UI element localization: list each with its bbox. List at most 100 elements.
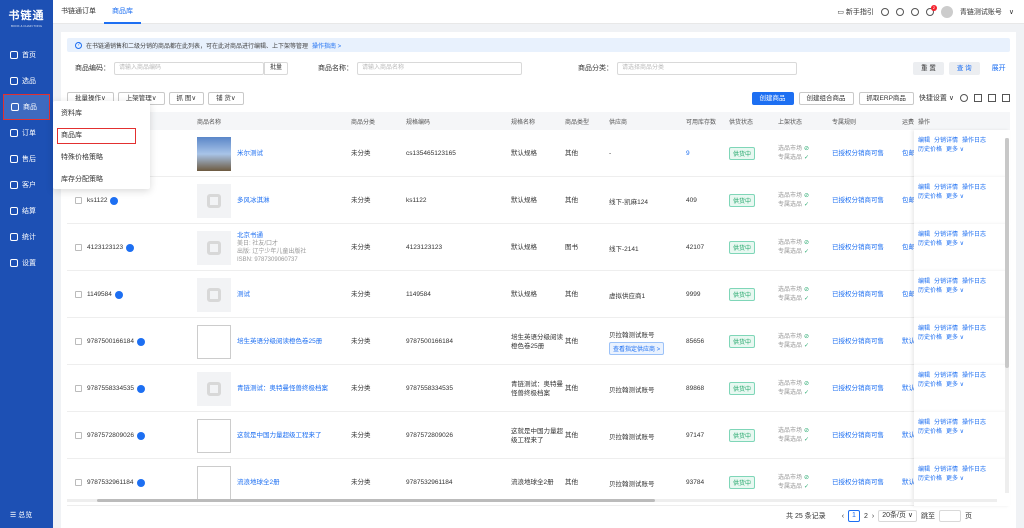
edit-action[interactable]: 编辑: [918, 232, 930, 238]
headset-icon[interactable]: [895, 8, 904, 16]
product-name[interactable]: 北京书通: [237, 231, 306, 240]
price-history-action[interactable]: 历史价格: [918, 382, 942, 388]
chevron-down-icon[interactable]: ∨: [1009, 8, 1014, 16]
price-history-action[interactable]: 历史价格: [918, 476, 942, 482]
settings-icon[interactable]: [974, 94, 982, 102]
account-name[interactable]: 青链测试账号: [960, 7, 1002, 17]
page-1[interactable]: 1: [848, 510, 860, 522]
product-thumbnail[interactable]: [197, 136, 231, 171]
code-input[interactable]: 请输入商品编码: [114, 61, 264, 75]
price-history-action[interactable]: 历史价格: [918, 288, 942, 294]
page-2[interactable]: 2: [864, 513, 868, 520]
overview-button[interactable]: ☰ 总览: [0, 506, 53, 524]
product-thumbnail[interactable]: [197, 371, 231, 406]
product-name[interactable]: 流浪地球全2册: [237, 478, 280, 487]
name-input[interactable]: 请输入商品名称: [357, 61, 523, 75]
distribution-detail-action[interactable]: 分销详情: [934, 373, 958, 379]
operation-log-action[interactable]: 操作日志: [962, 185, 986, 191]
submenu-item-0[interactable]: 资料库: [53, 103, 150, 125]
more-action[interactable]: 更多 ∨: [946, 147, 964, 153]
sidebar-item-4[interactable]: 售后: [0, 146, 53, 172]
price-history-action[interactable]: 历史价格: [918, 429, 942, 435]
prev-page[interactable]: ‹: [842, 513, 844, 520]
row-checkbox[interactable]: [75, 479, 82, 486]
product-thumbnail[interactable]: [197, 230, 231, 265]
distribution-detail-action[interactable]: 分销详情: [934, 467, 958, 473]
shield-icon[interactable]: [880, 8, 889, 16]
operation-log-action[interactable]: 操作日志: [962, 420, 986, 426]
row-checkbox[interactable]: [75, 291, 82, 298]
edit-action[interactable]: 编辑: [918, 326, 930, 332]
sidebar-item-5[interactable]: 客户: [0, 172, 53, 198]
sidebar-item-3[interactable]: 订单: [0, 120, 53, 146]
operation-log-action[interactable]: 操作日志: [962, 232, 986, 238]
row-checkbox[interactable]: [75, 432, 82, 439]
row-checkbox[interactable]: [75, 385, 82, 392]
operation-log-action[interactable]: 操作日志: [962, 279, 986, 285]
more-action[interactable]: 更多 ∨: [946, 429, 964, 435]
more-action[interactable]: 更多 ∨: [946, 476, 964, 482]
price-history-action[interactable]: 历史价格: [918, 241, 942, 247]
more-action[interactable]: 更多 ∨: [946, 194, 964, 200]
supplier-link[interactable]: 查看指定供应商 >: [609, 341, 665, 355]
product-thumbnail[interactable]: [197, 465, 231, 500]
product-name[interactable]: 多风冰淇淋: [237, 196, 270, 205]
category-select[interactable]: 请选择商品分类: [617, 61, 798, 75]
submenu-item-1[interactable]: 商品库: [57, 128, 136, 144]
quick-settings[interactable]: 快捷设置 ∨: [919, 93, 954, 103]
guide-link[interactable]: 操作指南 >: [312, 41, 341, 50]
create-product-button[interactable]: 创建商品: [751, 91, 794, 105]
bell-icon[interactable]: 2: [925, 5, 937, 16]
distribution-detail-action[interactable]: 分销详情: [934, 232, 958, 238]
edit-action[interactable]: 编辑: [918, 373, 930, 379]
price-history-action[interactable]: 历史价格: [918, 147, 942, 153]
operation-log-action[interactable]: 操作日志: [962, 138, 986, 144]
distribute-button[interactable]: 铺 货 ∨: [208, 91, 244, 105]
operation-log-action[interactable]: 操作日志: [962, 467, 986, 473]
more-action[interactable]: 更多 ∨: [946, 335, 964, 341]
sidebar-item-2[interactable]: 商品: [3, 94, 50, 120]
table-row[interactable]: 1149584 测试 未分类 1149584 默认规格 其他 虚拟供应商1 9999 供货中 选品…: [67, 271, 1010, 318]
table-row[interactable]: 米尔测试 未分类 cs135465123165 默认规格 其他 -9 供货中 选品市场 ⊘ 专属选…: [67, 130, 1010, 177]
more-action[interactable]: 更多 ∨: [946, 382, 964, 388]
guide-link[interactable]: ▭ 新手指引: [837, 7, 874, 17]
vertical-scrollbar[interactable]: [1005, 138, 1009, 493]
table-row[interactable]: 9787558334535 青链测试：奥特曼怪兽终极档案 未分类 9787558334…: [67, 365, 1010, 412]
next-page[interactable]: ›: [872, 513, 874, 520]
distribution-detail-action[interactable]: 分销详情: [934, 279, 958, 285]
sidebar-item-7[interactable]: 统计: [0, 224, 53, 250]
edit-action[interactable]: 编辑: [918, 138, 930, 144]
reset-button[interactable]: 重 置: [913, 61, 944, 75]
distribution-detail-action[interactable]: 分销详情: [934, 420, 958, 426]
refresh-icon[interactable]: [960, 94, 968, 102]
edit-action[interactable]: 编辑: [918, 279, 930, 285]
operation-log-action[interactable]: 操作日志: [962, 326, 986, 332]
row-checkbox[interactable]: [75, 244, 82, 251]
edit-action[interactable]: 编辑: [918, 420, 930, 426]
columns-icon[interactable]: [1002, 94, 1010, 102]
batch-button[interactable]: 批量: [264, 61, 289, 75]
table-row[interactable]: ks1122 多风冰淇淋 未分类 ks1122 默认规格 其他 线下-凯麻124 409 供货中…: [67, 177, 1010, 224]
operation-log-action[interactable]: 操作日志: [962, 373, 986, 379]
expand-link[interactable]: 展开: [992, 63, 1006, 73]
more-action[interactable]: 更多 ∨: [946, 241, 964, 247]
product-thumbnail[interactable]: [197, 277, 231, 312]
grab-erp-button[interactable]: 抓取ERP商品: [858, 91, 914, 105]
table-row[interactable]: 9787500166184 培生英语分级阅读橙色卷25册 未分类 9787500166…: [67, 318, 1010, 365]
tab-orders[interactable]: 书链通订单: [53, 0, 104, 24]
table-row[interactable]: 4123123123 北京书通 美日: 社友/口才 出版: 辽宁少年儿童出版社 ISBN…: [67, 224, 1010, 271]
sidebar-item-0[interactable]: 首页: [0, 42, 53, 68]
product-name[interactable]: 青链测试：奥特曼怪兽终极档案: [237, 384, 328, 393]
table-row[interactable]: 9787572809026 这就是中国力量超级工程来了 未分类 97875728090…: [67, 412, 1010, 459]
grab-image-button[interactable]: 抓 图 ∨: [168, 91, 205, 105]
price-history-action[interactable]: 历史价格: [918, 335, 942, 341]
jump-input[interactable]: [939, 510, 961, 522]
sidebar-item-1[interactable]: 选品: [0, 68, 53, 94]
horizontal-scrollbar[interactable]: [67, 499, 997, 502]
distribution-detail-action[interactable]: 分销详情: [934, 185, 958, 191]
export-icon[interactable]: [988, 94, 996, 102]
sidebar-item-8[interactable]: 设置: [0, 250, 53, 276]
row-checkbox[interactable]: [75, 338, 82, 345]
submenu-item-2[interactable]: 特殊价格策略: [53, 147, 150, 169]
product-name[interactable]: 培生英语分级阅读橙色卷25册: [237, 337, 322, 346]
